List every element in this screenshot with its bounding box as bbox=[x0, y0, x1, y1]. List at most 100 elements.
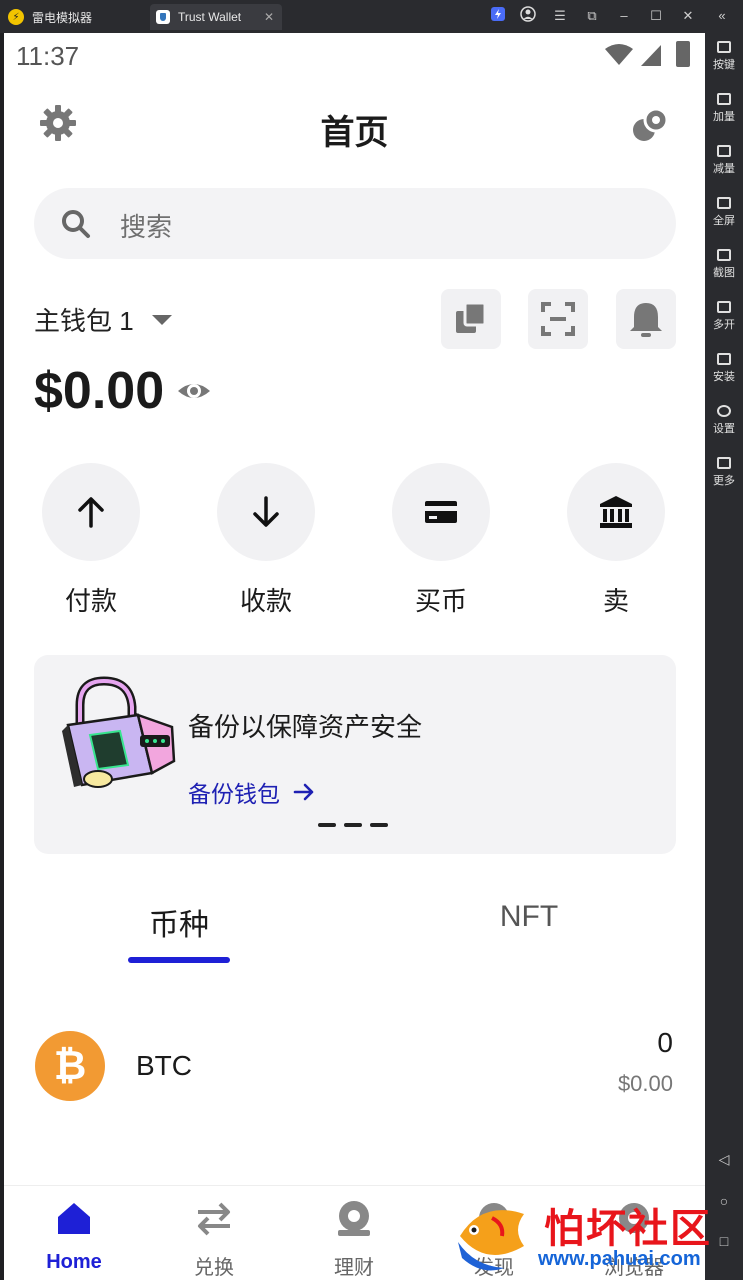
android-back-icon[interactable]: ◁ bbox=[705, 1151, 743, 1168]
nav-label: 理财 bbox=[334, 1257, 374, 1279]
banner-title: 备份以保障资产安全 bbox=[188, 712, 423, 742]
collapse-sidebar-icon[interactable]: « bbox=[712, 6, 732, 26]
send-action[interactable]: 付款 bbox=[41, 463, 141, 618]
search-placeholder: 搜索 bbox=[120, 212, 173, 242]
wifi-icon bbox=[605, 44, 633, 65]
bell-icon bbox=[630, 303, 662, 337]
card-icon bbox=[425, 501, 457, 523]
nav-swap[interactable]: 兑换 bbox=[164, 1198, 264, 1280]
watermark-fish-logo bbox=[458, 1210, 524, 1271]
account-icon[interactable] bbox=[518, 6, 538, 26]
volume-up-icon bbox=[717, 93, 731, 105]
caret-down-icon bbox=[151, 314, 172, 325]
watermark-text: 怕坏社区 bbox=[544, 1206, 712, 1252]
arrow-up-icon bbox=[78, 497, 104, 528]
wallet-selector[interactable]: 主钱包 1 bbox=[34, 301, 172, 338]
backup-wallet-link[interactable]: 备份钱包 bbox=[188, 775, 316, 809]
send-button[interactable] bbox=[42, 463, 140, 561]
nav-label: Home bbox=[46, 1251, 102, 1273]
home-icon bbox=[58, 1203, 90, 1234]
sidebar-install[interactable]: 安装 bbox=[705, 353, 743, 384]
notifications-button[interactable] bbox=[616, 289, 676, 349]
emulator-tab-label: Trust Wallet bbox=[178, 10, 242, 24]
sell-button[interactable] bbox=[567, 463, 665, 561]
trust-wallet-icon bbox=[156, 10, 170, 24]
sidebar-more[interactable]: 更多 bbox=[705, 457, 743, 488]
scan-button[interactable] bbox=[528, 289, 588, 349]
tab-nft[interactable]: NFT bbox=[469, 900, 589, 934]
emulator-sidebar: 按键 加量 减量 全屏 截图 多开 安装 设置 更多 ◁ ○ □ bbox=[705, 33, 743, 1280]
sidebar-screenshot[interactable]: 截图 bbox=[705, 249, 743, 280]
receive-action[interactable]: 收款 bbox=[216, 463, 316, 618]
carousel-indicator bbox=[318, 823, 388, 827]
status-bar: 11:37 bbox=[4, 33, 705, 77]
emulator-tab-label: 雷电模拟器 bbox=[32, 10, 93, 25]
sidebar-volume-down[interactable]: 减量 bbox=[705, 145, 743, 176]
close-tab-icon[interactable]: ✕ bbox=[264, 10, 274, 24]
eye-icon[interactable] bbox=[176, 373, 212, 409]
nav-home[interactable]: Home bbox=[24, 1198, 124, 1274]
sidebar-keymap[interactable]: 按键 bbox=[705, 41, 743, 72]
copy-address-button[interactable] bbox=[441, 289, 501, 349]
sidebar-settings[interactable]: 设置 bbox=[705, 405, 743, 436]
watermark-url: www.pahuai.com bbox=[538, 1248, 701, 1270]
backup-banner[interactable]: 备份以保障资产安全 备份钱包 bbox=[34, 655, 676, 854]
receive-button[interactable] bbox=[217, 463, 315, 561]
swap-icon bbox=[198, 1202, 230, 1236]
lock-icon bbox=[62, 676, 176, 788]
emulator-tab-home[interactable]: ⚡ 雷电模拟器 bbox=[8, 4, 148, 30]
maximize-icon[interactable]: ☐ bbox=[646, 6, 666, 26]
coins-icon[interactable] bbox=[630, 105, 670, 145]
volume-down-icon bbox=[717, 145, 731, 157]
tab-tokens[interactable]: 币种 bbox=[119, 900, 239, 944]
banner-link-label: 备份钱包 bbox=[188, 781, 280, 807]
app-header: 首页 bbox=[4, 93, 705, 157]
arrow-right-icon bbox=[293, 783, 314, 801]
phone-screen: 11:37 首页 搜索 主钱包 1 $0.00 付款 收款 买币 卖 备份以保障… bbox=[4, 33, 705, 1280]
keyboard-icon bbox=[717, 41, 731, 53]
restore-icon[interactable]: ⧉ bbox=[582, 6, 602, 26]
performance-icon[interactable] bbox=[488, 6, 508, 26]
fullscreen-icon bbox=[717, 197, 731, 209]
nav-label: 兑换 bbox=[194, 1257, 234, 1279]
more-icon bbox=[717, 457, 731, 469]
carousel-dot bbox=[370, 823, 388, 827]
search-icon bbox=[62, 210, 90, 238]
wallet-balance: $0.00 bbox=[34, 361, 212, 421]
sell-action[interactable]: 卖 bbox=[566, 463, 666, 618]
asset-amount: 0 bbox=[657, 1027, 673, 1058]
carousel-dot bbox=[318, 823, 336, 827]
status-time: 11:37 bbox=[16, 41, 80, 71]
close-window-icon[interactable]: ✕ bbox=[678, 6, 698, 26]
sidebar-fullscreen[interactable]: 全屏 bbox=[705, 197, 743, 228]
scissors-icon bbox=[717, 249, 731, 261]
emulator-logo-icon: ⚡ bbox=[8, 9, 24, 25]
buy-action[interactable]: 买币 bbox=[391, 463, 491, 618]
sidebar-volume-up[interactable]: 加量 bbox=[705, 93, 743, 124]
copy-icon bbox=[456, 301, 487, 333]
wallet-name: 主钱包 1 bbox=[34, 306, 134, 336]
sidebar-multi-instance[interactable]: 多开 bbox=[705, 301, 743, 332]
buy-button[interactable] bbox=[392, 463, 490, 561]
apk-icon bbox=[717, 353, 731, 365]
sell-label: 卖 bbox=[602, 586, 629, 616]
settings-icon bbox=[717, 405, 731, 417]
scan-icon bbox=[541, 302, 575, 336]
receive-label: 收款 bbox=[239, 586, 292, 616]
nav-earn[interactable]: 理财 bbox=[304, 1198, 404, 1280]
emulator-tab-trust-wallet[interactable]: Trust Wallet ✕ bbox=[150, 4, 282, 30]
balance-amount: $0.00 bbox=[34, 362, 165, 420]
bitcoin-icon: ₿ bbox=[35, 1031, 105, 1101]
arrow-down-icon bbox=[253, 496, 279, 527]
menu-icon[interactable]: ☰ bbox=[550, 6, 570, 26]
carousel-dot bbox=[344, 823, 362, 827]
signal-icon bbox=[641, 45, 661, 66]
search-input[interactable]: 搜索 bbox=[34, 188, 676, 259]
page-title: 首页 bbox=[320, 114, 389, 152]
buy-label: 买币 bbox=[414, 586, 467, 616]
emulator-titlebar: ⚡ 雷电模拟器 Trust Wallet ✕ ☰ ⧉ – ☐ ✕ « bbox=[0, 0, 743, 33]
multi-window-icon bbox=[717, 301, 731, 313]
minimize-icon[interactable]: – bbox=[614, 6, 634, 26]
battery-icon bbox=[676, 41, 690, 67]
asset-row-btc[interactable]: ₿ BTC 0 $0.00 bbox=[4, 1023, 705, 1109]
